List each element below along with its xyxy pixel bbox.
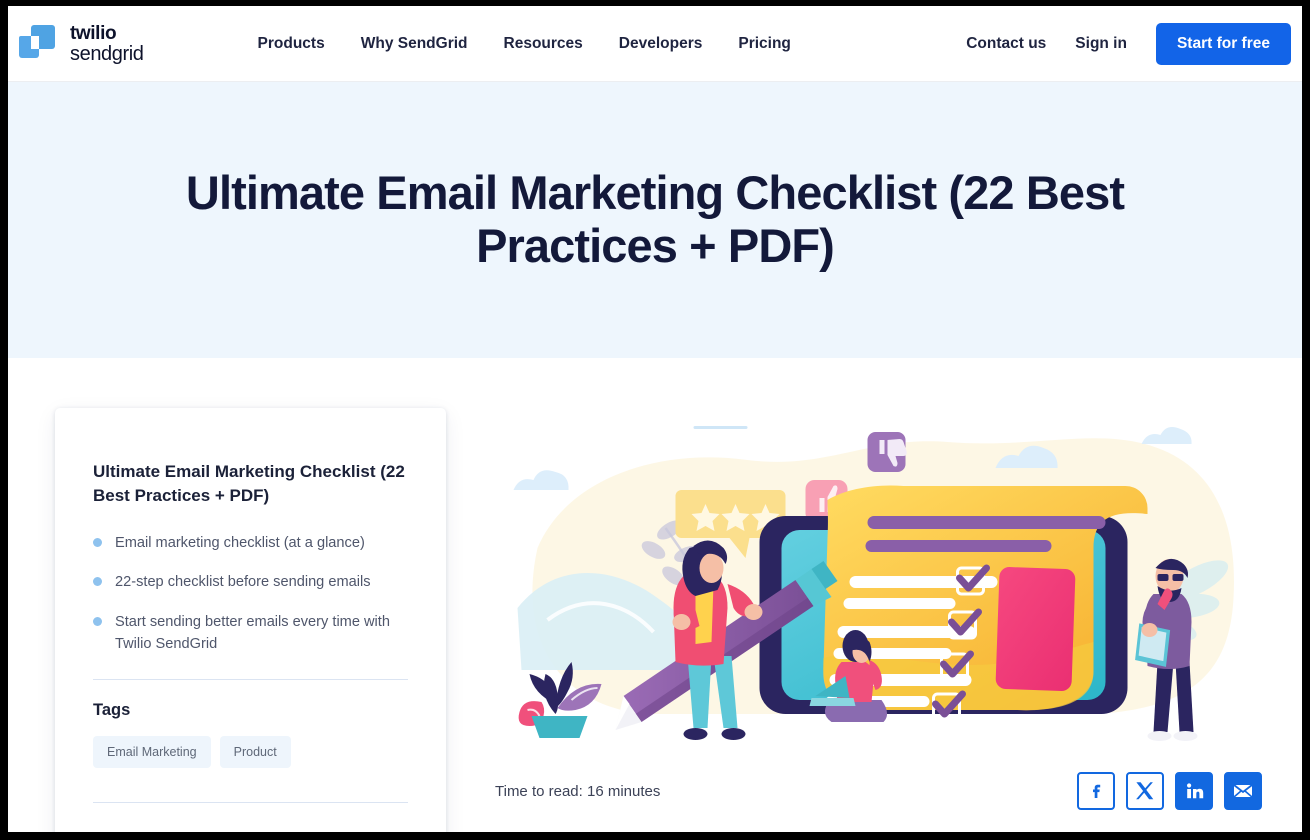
contact-us-link[interactable]: Contact us	[966, 35, 1046, 53]
nav-item-pricing[interactable]: Pricing	[738, 35, 791, 53]
tag-list: Email Marketing Product	[93, 735, 408, 768]
brand-line-sendgrid: sendgrid	[70, 42, 144, 65]
card-title: Ultimate Email Marketing Checklist (22 B…	[93, 462, 405, 506]
content-area: Ultimate Email Marketing Checklist (22 B…	[8, 358, 1302, 832]
checklist-illustration	[513, 426, 1234, 741]
article-meta-row: Time to read: 16 minutes	[493, 772, 1262, 810]
share-buttons	[1077, 772, 1262, 810]
brand-logo-link[interactable]: twilio sendgrid	[19, 24, 144, 64]
nav-item-products[interactable]: Products	[258, 35, 325, 53]
sign-in-link[interactable]: Sign in	[1075, 35, 1127, 53]
tag-email-marketing[interactable]: Email Marketing	[93, 735, 211, 768]
read-time-label: Time to read: 16 minutes	[495, 782, 661, 800]
site-header: twilio sendgrid Products Why SendGrid Re…	[8, 6, 1302, 82]
page-title: Ultimate Email Marketing Checklist (22 B…	[185, 166, 1125, 272]
brand-line-twilio: twilio	[70, 22, 117, 44]
start-for-free-button[interactable]: Start for free	[1155, 22, 1291, 65]
article-summary-card: Ultimate Email Marketing Checklist (22 B…	[55, 408, 446, 832]
share-facebook-icon[interactable]	[1077, 772, 1115, 810]
card-divider-top	[93, 678, 408, 680]
list-item: Email marketing checklist (at a glance)	[93, 532, 408, 554]
share-email-icon[interactable]	[1224, 772, 1262, 810]
hero-banner: Ultimate Email Marketing Checklist (22 B…	[8, 82, 1302, 358]
brand-wordmark: twilio sendgrid	[70, 24, 144, 64]
card-divider-bottom	[93, 801, 408, 803]
tags-heading: Tags	[93, 700, 131, 719]
header-utility-area: Contact us Sign in Start for free	[966, 22, 1291, 65]
nav-item-resources[interactable]: Resources	[504, 35, 583, 53]
share-linkedin-icon[interactable]	[1175, 772, 1213, 810]
nav-item-why-sendgrid[interactable]: Why SendGrid	[361, 35, 468, 53]
list-item: 22-step checklist before sending emails	[93, 571, 408, 593]
article-column: Time to read: 16 minutes	[493, 408, 1262, 832]
tag-product[interactable]: Product	[219, 735, 291, 768]
list-item: Start sending better emails every time w…	[93, 611, 408, 655]
nav-item-developers[interactable]: Developers	[619, 35, 703, 53]
card-highlight-list: Email marketing checklist (at a glance) …	[93, 532, 408, 655]
page-viewport: twilio sendgrid Products Why SendGrid Re…	[8, 6, 1302, 832]
main-navigation: Products Why SendGrid Resources Develope…	[258, 35, 791, 53]
browser-window-frame: twilio sendgrid Products Why SendGrid Re…	[0, 0, 1310, 840]
twilio-sendgrid-logo-icon	[19, 24, 57, 63]
share-x-twitter-icon[interactable]	[1126, 772, 1164, 810]
